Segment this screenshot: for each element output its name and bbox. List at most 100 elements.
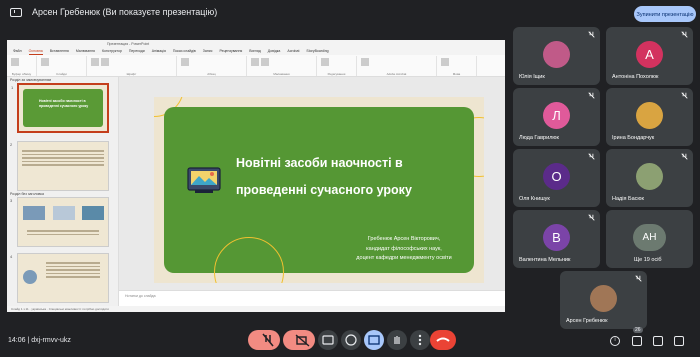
slide-author: Гребенюк Арсен Вікторович, кандидат філо… [356,236,452,261]
emoji-button[interactable] [341,330,361,350]
participant-tile[interactable]: Ірина Бондарчук [606,88,693,146]
slide-green-panel: Новітні засоби наочності в проведенні су… [164,107,474,283]
tab-slideshow[interactable]: Показ слайдів [173,48,196,55]
ribbon: Буфер обміну Слайди Шрифт Абзац Малюванн… [7,55,505,77]
ribbon-group-language: Мова [437,56,477,76]
tab-storyboarding[interactable]: StoryBoarding [306,48,328,55]
camera-toggle[interactable] [283,330,315,350]
mic-off-icon [681,153,688,160]
new-slide-icon[interactable] [41,58,49,66]
present-button[interactable] [364,330,384,350]
present-screen-icon [10,8,22,17]
mic-off-icon [588,214,595,221]
self-tile[interactable]: Арсен Гребенюк [560,271,647,329]
tab-review[interactable]: Рецензування [219,48,242,55]
tab-home[interactable]: Основна [28,48,43,55]
translate-icon[interactable] [441,58,449,66]
align-icon[interactable] [181,58,189,66]
mic-off-icon [588,31,595,38]
participants-count-badge: 26 [633,327,643,333]
slide-thumb-2[interactable]: 2 [10,141,109,191]
status-bar: Слайд 1 з 11 · українська · Спеціальні м… [7,306,505,312]
camera-off-icon [295,334,310,347]
pdf-icon[interactable] [361,58,369,66]
italic-icon[interactable] [101,58,109,66]
info-icon[interactable]: i [610,336,620,346]
hangup-icon [436,337,450,342]
presenter-bar: Арсен Гребенюк (Ви показуєте презентацію… [0,0,700,26]
find-icon[interactable] [321,58,329,66]
tab-view[interactable]: Вигляд [249,48,260,55]
meeting-time-code: 14:06 | dxj-rmvv-ukz [8,337,71,344]
more-options-button[interactable] [410,330,430,350]
avatar: Л [543,102,570,129]
slide-thumb-4[interactable]: 4 [10,253,109,303]
raise-hand-button[interactable] [387,330,407,350]
paste-icon[interactable] [11,58,19,66]
bold-icon[interactable] [91,58,99,66]
tab-record[interactable]: Запис [203,48,213,55]
thumb-title: Новітні засоби наочності в проведенні су… [39,99,89,108]
avatar [636,163,663,190]
stop-presenting-button[interactable]: Зупинити презентацію [634,6,696,22]
avatar: В [543,224,570,251]
captions-button[interactable] [318,330,338,350]
mic-off-icon [588,153,595,160]
people-icon[interactable] [632,336,642,346]
presenter-bar-text: Арсен Гребенюк (Ви показуєте презентацію… [32,7,218,17]
leave-call-button[interactable] [430,330,456,350]
chat-icon[interactable] [653,336,663,346]
mic-off-icon [588,92,595,99]
ribbon-group-slides: Слайди [37,56,87,76]
tab-design[interactable]: Конструктор [102,48,122,55]
ribbon-group-clipboard: Буфер обміну [7,56,37,76]
avatar [590,285,617,312]
participant-tile[interactable]: О Оля Книшук [513,149,600,207]
powerpoint-titlebar: Презентация - PowerPoint [7,40,505,48]
avatar: А [636,41,663,68]
captions-icon [322,335,334,345]
mic-off-icon [635,275,642,282]
slide-thumbnails: Розділ за замовчуванням 1 Новітні засоби… [7,77,119,312]
participant-tile[interactable]: Надія Басюк [606,149,693,207]
tab-file[interactable]: Файл [13,48,22,55]
participant-tile[interactable]: А Антоніна Похолюк [606,27,693,85]
participant-tile[interactable]: В Валентина Мельник [513,210,600,268]
tab-acrobat[interactable]: Acrobat [287,48,299,55]
hand-icon [394,336,400,344]
more-participants-tile[interactable]: АН Ще 19 осіб [606,210,693,268]
ribbon-group-editing: Редагування [317,56,357,76]
activities-icon[interactable] [674,336,684,346]
avatar: О [543,163,570,190]
mic-toggle[interactable] [248,330,280,350]
participant-tile[interactable]: Юлія Іщик [513,27,600,85]
ribbon-group-paragraph: Абзац [177,56,247,76]
slide-thumb-3[interactable]: 3 [10,197,109,247]
shared-screen: Презентация - PowerPoint Файл Основна Вс… [7,40,505,312]
avatar [636,102,663,129]
emoji-icon [345,334,357,346]
ribbon-group-font: Шрифт [87,56,177,76]
tab-help[interactable]: Довідка [268,48,281,55]
ribbon-group-acrobat: Adobe Acrobat [357,56,437,76]
more-vert-icon [418,334,422,346]
gallery-icon [187,167,221,193]
tab-animation[interactable]: Анімація [152,48,166,55]
tab-insert[interactable]: Вставлення [50,48,69,55]
meeting-controls: 14:06 | dxj-rmvv-ukz i 26 [0,326,700,357]
mic-off-icon [262,333,274,347]
shapes-icon[interactable] [251,58,259,66]
tab-draw[interactable]: Малювання [76,48,95,55]
arrange-icon[interactable] [261,58,269,66]
mic-off-icon [681,31,688,38]
current-slide[interactable]: Новітні засоби наочності в проведенні су… [154,97,484,283]
present-screen-icon [368,335,380,345]
slide-editor: Новітні засоби наочності в проведенні су… [119,77,505,312]
participant-tile[interactable]: Л Люда Гаврилюк [513,88,600,146]
ribbon-group-drawing: Малювання [247,56,317,76]
ribbon-tabs: Файл Основна Вставлення Малювання Констр… [7,48,505,55]
avatar [543,41,570,68]
mic-off-icon [681,92,688,99]
slide-thumb-1[interactable]: 1 Новітні засоби наочності в проведенні … [11,83,109,133]
tab-transitions[interactable]: Переходи [129,48,145,55]
